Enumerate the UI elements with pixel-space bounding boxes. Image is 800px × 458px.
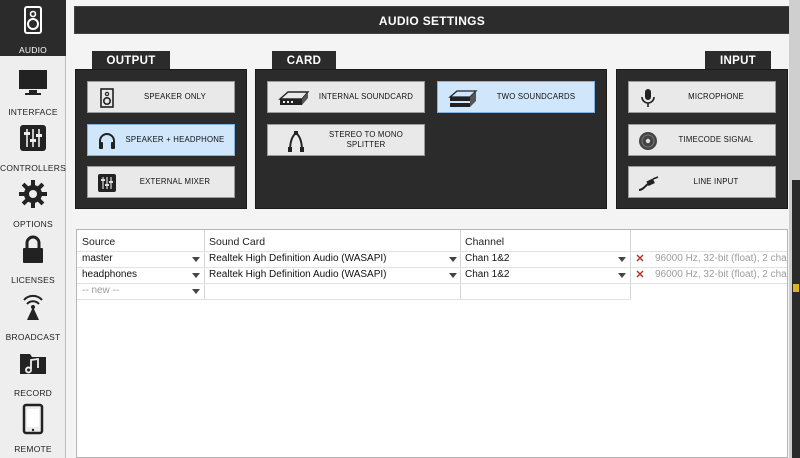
source-select[interactable]: master <box>77 251 204 267</box>
channel-select[interactable]: Chan 1&2 <box>460 251 630 267</box>
chevron-down-icon[interactable] <box>449 273 457 278</box>
line-input-button[interactable]: LINE INPUT <box>628 166 776 198</box>
sidebar-item-label: REMOTE <box>14 444 52 454</box>
speaker-icon <box>100 88 114 108</box>
column-divider <box>630 230 631 300</box>
main-content: AUDIO SETTINGS OUTPUT SPEAKER ONLY SPEAK… <box>66 0 800 458</box>
sliders-icon <box>20 125 46 151</box>
sidebar-item-label: INTERFACE <box>8 107 58 117</box>
sidebar-item-interface[interactable]: INTERFACE <box>0 62 66 118</box>
background-indicator <box>793 284 799 292</box>
card-panel: INTERNAL SOUNDCARD TWO SOUNDCARDS STEREO… <box>255 69 607 209</box>
chevron-down-icon[interactable] <box>618 257 626 262</box>
gear-icon <box>19 180 47 208</box>
sidebar-item-label: RECORD <box>13 388 53 398</box>
two-soundcards-icon <box>448 90 478 107</box>
music-folder-icon <box>20 354 46 374</box>
input-panel: MICROPHONE TIMECODE SIGNAL LINE INPUT <box>616 69 788 209</box>
two-soundcards-button[interactable]: TWO SOUNDCARDS <box>437 81 595 113</box>
column-header-sound-card: Sound Card <box>209 236 266 248</box>
speaker-only-button[interactable]: SPEAKER ONLY <box>87 81 235 113</box>
monitor-icon <box>19 70 47 95</box>
source-select[interactable]: headphones <box>77 267 204 283</box>
sidebar: AUDIO INTERFACE CONTROLLERS OPTIONS LICE… <box>0 0 66 458</box>
mixer-icon <box>98 174 116 192</box>
sidebar-item-label: AUDIO <box>19 45 47 55</box>
tablet-icon <box>22 403 44 435</box>
chevron-down-icon[interactable] <box>618 273 626 278</box>
option-label: LINE INPUT <box>693 177 739 187</box>
sidebar-item-label: LICENSES <box>11 275 55 285</box>
output-panel: SPEAKER ONLY SPEAKER + HEADPHONE EXTERNA… <box>75 69 247 209</box>
option-label: INTERNAL SOUNDCARD <box>318 92 414 102</box>
audio-format-text: 96000 Hz, 32-bit (float), 2 cha <box>655 253 787 264</box>
option-label: SPEAKER ONLY <box>143 92 207 102</box>
option-label: EXTERNAL MIXER <box>139 177 211 187</box>
sidebar-item-record[interactable]: RECORD <box>0 343 66 399</box>
internal-soundcard-icon <box>278 91 310 105</box>
sidebar-item-remote[interactable]: REMOTE <box>0 399 66 455</box>
delete-row-icon[interactable]: ✕ <box>635 254 645 265</box>
sidebar-item-controllers[interactable]: CONTROLLERS <box>0 118 66 174</box>
sound-card-select[interactable]: Realtek High Definition Audio (WASAPI) <box>204 251 460 267</box>
headphone-icon <box>99 133 115 149</box>
line-cable-icon <box>638 176 659 191</box>
sidebar-item-label: BROADCAST <box>5 332 61 342</box>
column-header-channel: Channel <box>465 236 505 248</box>
column-header-source: Source <box>82 236 116 248</box>
option-label: SPEAKER + HEADPHONE <box>125 135 225 145</box>
broadcast-icon <box>23 294 43 320</box>
internal-soundcard-button[interactable]: INTERNAL SOUNDCARD <box>267 81 425 113</box>
sidebar-item-label: OPTIONS <box>13 219 53 229</box>
external-mixer-button[interactable]: EXTERNAL MIXER <box>87 166 235 198</box>
page-title: AUDIO SETTINGS <box>74 6 790 34</box>
sidebar-item-broadcast[interactable]: BROADCAST <box>0 287 66 343</box>
sidebar-item-licenses[interactable]: LICENSES <box>0 230 66 286</box>
chevron-down-icon[interactable] <box>192 289 200 294</box>
sidebar-item-audio[interactable]: AUDIO <box>0 0 66 56</box>
option-label: MICROPHONE <box>688 92 744 102</box>
chevron-down-icon[interactable] <box>192 257 200 262</box>
sidebar-item-label: CONTROLLERS <box>0 163 66 173</box>
lock-icon <box>23 235 43 263</box>
chevron-down-icon[interactable] <box>449 257 457 262</box>
stereo-to-mono-splitter-button[interactable]: STEREO TO MONO SPLITTER <box>267 124 425 156</box>
speaker-headphone-button[interactable]: SPEAKER + HEADPHONE <box>87 124 235 156</box>
channel-select[interactable]: Chan 1&2 <box>460 267 630 283</box>
row-divider <box>77 299 631 300</box>
splitter-cable-icon <box>288 131 304 152</box>
sidebar-item-options[interactable]: OPTIONS <box>0 174 66 230</box>
option-label: TIMECODE SIGNAL <box>678 135 754 145</box>
background-window <box>792 180 800 458</box>
tab-input: INPUT <box>705 51 771 71</box>
new-source-select[interactable]: -- new -- <box>77 283 204 299</box>
timecode-signal-button[interactable]: TIMECODE SIGNAL <box>628 124 776 156</box>
delete-row-icon[interactable]: ✕ <box>635 270 645 281</box>
speaker-icon <box>24 6 42 34</box>
microphone-icon <box>641 89 655 107</box>
tab-card: CARD <box>272 51 336 71</box>
window-edge <box>789 0 800 458</box>
sound-card-select[interactable]: Realtek High Definition Audio (WASAPI) <box>204 267 460 283</box>
chevron-down-icon[interactable] <box>192 273 200 278</box>
vinyl-icon <box>639 132 657 150</box>
option-label: STEREO TO MONO SPLITTER <box>329 130 403 149</box>
tab-output: OUTPUT <box>92 51 170 71</box>
microphone-button[interactable]: MICROPHONE <box>628 81 776 113</box>
audio-routing-table: Source Sound Card Channel master Realtek… <box>76 229 788 458</box>
option-label: TWO SOUNDCARDS <box>496 92 576 102</box>
audio-format-text: 96000 Hz, 32-bit (float), 2 cha <box>655 269 787 280</box>
